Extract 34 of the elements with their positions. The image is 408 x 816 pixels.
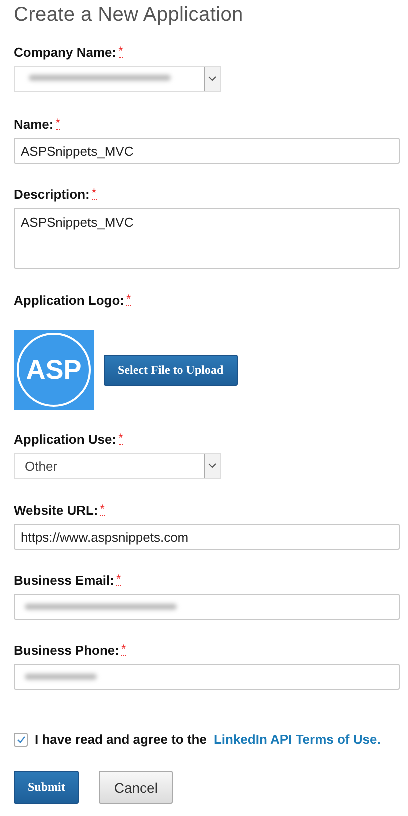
input-field[interactable] (14, 594, 400, 620)
submit-button[interactable]: Submit (14, 771, 80, 804)
required-mark: * (118, 45, 124, 58)
field-label: Website URL: (14, 503, 98, 518)
required-mark: * (100, 503, 105, 516)
terms-link[interactable]: LinkedIn API Terms of Use. (214, 732, 381, 747)
input-field[interactable] (14, 664, 400, 690)
select-field[interactable]: Other (14, 453, 221, 479)
required-mark: * (56, 117, 60, 130)
upload-button[interactable]: Select File to Upload (104, 354, 238, 386)
agree-checkbox[interactable] (14, 732, 28, 746)
required-mark: * (116, 573, 122, 586)
required-mark: * (118, 432, 124, 445)
field-label: Business Email: (14, 573, 114, 588)
cancel-button[interactable]: Cancel (99, 771, 173, 804)
check-icon (16, 736, 26, 744)
required-mark: * (92, 187, 97, 200)
field-label: Application Use: (14, 432, 117, 447)
field-label: Company Name: (14, 45, 117, 60)
field-label: Business Phone: (14, 643, 120, 658)
required-mark: * (121, 643, 126, 656)
field-label: Description: (14, 187, 90, 202)
input-field[interactable]: ASPSnippets_MVC (14, 138, 400, 164)
required-mark: * (126, 293, 132, 306)
agree-text: I have read and agree to the (35, 732, 207, 747)
field-label: Application Logo: (14, 293, 124, 308)
input-field[interactable]: https://www.aspsnippets.com (14, 524, 400, 550)
field-label: Name: (14, 117, 54, 132)
select-field[interactable] (14, 66, 221, 92)
logo: ASP (14, 330, 94, 410)
caret-icon (208, 463, 217, 469)
caret-icon (208, 76, 217, 82)
textarea-field[interactable]: ASPSnippets_MVC (14, 208, 400, 269)
page-title: Create a New Application (14, 4, 244, 27)
